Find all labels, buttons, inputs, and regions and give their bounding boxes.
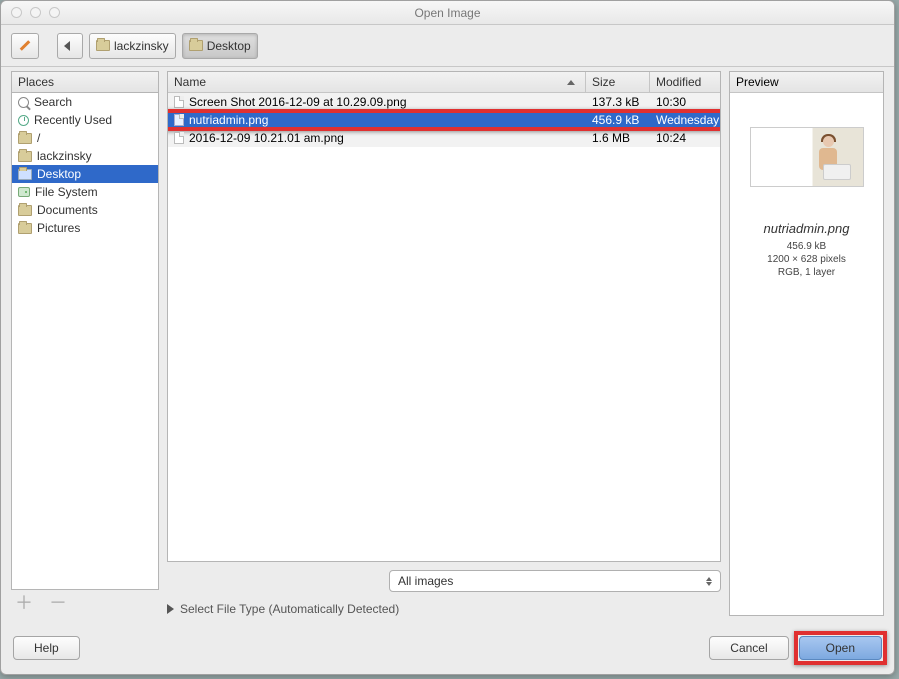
preview-header: Preview — [730, 72, 883, 93]
file-icon — [174, 114, 184, 126]
folder-icon — [18, 169, 32, 180]
places-item-pictures[interactable]: Pictures — [12, 219, 158, 237]
file-icon — [174, 96, 184, 108]
folder-icon — [18, 205, 32, 216]
places-item-documents[interactable]: Documents — [12, 201, 158, 219]
preview-panel: Preview nutriadmin.png 456.9 kB 1200 × 6… — [729, 71, 884, 616]
updown-icon — [706, 577, 712, 586]
places-item-lackzinsky[interactable]: lackzinsky — [12, 147, 158, 165]
folder-icon — [18, 223, 32, 234]
path-current-label: Desktop — [207, 39, 251, 53]
cancel-button[interactable]: Cancel — [709, 636, 788, 660]
column-name-label: Name — [174, 75, 206, 89]
filetype-label: Select File Type (Automatically Detected… — [180, 602, 399, 616]
path-back-button[interactable] — [57, 33, 83, 59]
file-size: 137.3 kB — [586, 95, 650, 109]
file-row[interactable]: nutriadmin.png 456.9 kBWednesday — [168, 111, 720, 129]
folder-icon — [18, 151, 32, 162]
file-row[interactable]: 2016-12-09 10.21.01 am.png 1.6 MB10:24 — [168, 129, 720, 147]
file-icon — [174, 132, 184, 144]
clock-icon — [18, 115, 29, 126]
places-sidebar: Places Search Recently Used / lackzinsky Des… — [11, 71, 159, 616]
arrow-left-icon — [64, 41, 70, 51]
places-item-label: Recently Used — [34, 113, 112, 127]
sort-ascending-icon — [567, 80, 575, 85]
places-item-label: Desktop — [37, 167, 81, 181]
path-parent-button[interactable]: lackzinsky — [89, 33, 176, 59]
folder-icon — [189, 40, 203, 51]
file-row[interactable]: Screen Shot 2016-12-09 at 10.29.09.png 13… — [168, 93, 720, 111]
places-item-file-system[interactable]: File System — [12, 183, 158, 201]
file-filter-dropdown[interactable]: All images — [389, 570, 721, 592]
file-filter-value: All images — [398, 574, 453, 588]
places-item-label: Documents — [37, 203, 98, 217]
disclosure-triangle-icon[interactable] — [167, 604, 174, 614]
edit-path-button[interactable] — [11, 33, 39, 59]
path-toolbar: lackzinsky Desktop — [1, 25, 894, 67]
preview-dimensions: 1200 × 628 pixels — [767, 253, 846, 266]
preview-filename: nutriadmin.png — [764, 221, 850, 236]
help-button[interactable]: Help — [13, 636, 80, 660]
file-name: nutriadmin.png — [189, 113, 268, 127]
places-item-[interactable]: / — [12, 129, 158, 147]
file-modified: 10:24 — [650, 131, 720, 145]
file-size: 1.6 MB — [586, 131, 650, 145]
path-current-button[interactable]: Desktop — [182, 33, 258, 59]
places-item-label: lackzinsky — [37, 149, 92, 163]
file-modified: 10:30 — [650, 95, 720, 109]
places-header: Places — [11, 71, 159, 93]
titlebar: Open Image — [1, 1, 894, 25]
places-item-search[interactable]: Search — [12, 93, 158, 111]
window-title: Open Image — [1, 6, 894, 20]
column-header-modified[interactable]: Modified — [650, 72, 720, 92]
folder-icon — [96, 40, 110, 51]
disk-icon — [18, 187, 30, 197]
places-item-label: File System — [35, 185, 98, 199]
file-modified: Wednesday — [650, 113, 720, 127]
preview-size: 456.9 kB — [767, 240, 846, 253]
remove-bookmark-button[interactable]: － — [49, 596, 67, 610]
places-item-label: Pictures — [37, 221, 80, 235]
file-name: 2016-12-09 10.21.01 am.png — [189, 131, 344, 145]
pencil-icon — [18, 39, 32, 53]
folder-icon — [18, 133, 32, 144]
search-icon — [18, 97, 29, 108]
path-parent-label: lackzinsky — [114, 39, 169, 53]
open-image-dialog: Open Image lackzinsky Desktop Places Sea… — [0, 0, 895, 675]
open-button[interactable]: Open — [799, 636, 882, 660]
column-header-size[interactable]: Size — [586, 72, 650, 92]
column-header-name[interactable]: Name — [168, 72, 586, 92]
places-item-desktop[interactable]: Desktop — [12, 165, 158, 183]
preview-mode: RGB, 1 layer — [767, 266, 846, 279]
add-bookmark-button[interactable]: ＋ — [15, 596, 33, 610]
places-list: Search Recently Used / lackzinsky Desktop Fil… — [11, 93, 159, 590]
preview-thumbnail — [750, 127, 864, 187]
places-item-recently-used[interactable]: Recently Used — [12, 111, 158, 129]
file-name: Screen Shot 2016-12-09 at 10.29.09.png — [189, 95, 407, 109]
file-list: Name Size Modified Screen Shot 2016-12-0… — [167, 71, 721, 562]
file-size: 456.9 kB — [586, 113, 650, 127]
places-item-label: / — [37, 131, 40, 145]
places-item-label: Search — [34, 95, 72, 109]
